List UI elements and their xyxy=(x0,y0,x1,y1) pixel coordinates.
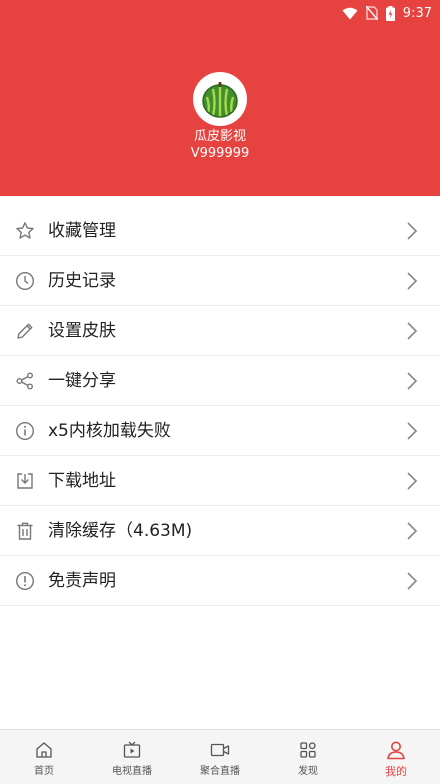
chevron-right-icon xyxy=(407,472,418,490)
status-bar: 9:37 xyxy=(0,0,440,26)
menu-item-label: 设置皮肤 xyxy=(48,321,116,341)
chevron-right-icon xyxy=(407,322,418,340)
tab-mine[interactable]: 我的 xyxy=(352,730,440,784)
bottom-tab-bar: 首页 电视直播 聚合直播 发现 我的 xyxy=(0,729,440,784)
tab-aggregate-live[interactable]: 聚合直播 xyxy=(176,730,264,784)
menu-item-history[interactable]: 历史记录 xyxy=(0,256,440,306)
menu-item-download[interactable]: 下载地址 xyxy=(0,456,440,506)
alert-icon xyxy=(14,570,36,592)
menu-item-favorites[interactable]: 收藏管理 xyxy=(0,206,440,256)
menu-item-label: 收藏管理 xyxy=(48,221,116,241)
settings-menu: 收藏管理 历史记录 设置皮肤 一键分享 x5内核加载失败 下载地址 清除缓存（4… xyxy=(0,206,440,606)
status-time: 9:37 xyxy=(402,5,432,21)
video-icon xyxy=(210,740,230,760)
app-logo-avatar[interactable] xyxy=(193,72,247,126)
no-sim-icon xyxy=(365,6,378,20)
menu-item-label: 一键分享 xyxy=(48,371,116,391)
menu-item-label: 清除缓存（4.63M) xyxy=(48,521,193,541)
battery-icon xyxy=(385,5,395,21)
star-icon xyxy=(14,220,36,242)
watermelon-icon xyxy=(202,82,238,118)
menu-item-x5-kernel[interactable]: x5内核加载失败 xyxy=(0,406,440,456)
home-icon xyxy=(34,740,54,760)
menu-item-skin[interactable]: 设置皮肤 xyxy=(0,306,440,356)
chevron-right-icon xyxy=(407,372,418,390)
app-version: V999999 xyxy=(190,146,250,161)
pencil-icon xyxy=(14,320,36,342)
clock-icon xyxy=(14,270,36,292)
chevron-right-icon xyxy=(407,222,418,240)
tab-home[interactable]: 首页 xyxy=(0,730,88,784)
download-icon xyxy=(14,470,36,492)
chevron-right-icon xyxy=(407,422,418,440)
grid-icon xyxy=(298,740,318,760)
menu-item-label: 历史记录 xyxy=(48,271,116,291)
user-icon xyxy=(386,740,406,760)
tab-label: 聚合直播 xyxy=(200,766,240,777)
menu-item-label: 免责声明 xyxy=(48,571,116,591)
trash-icon xyxy=(14,520,36,542)
tab-discover[interactable]: 发现 xyxy=(264,730,352,784)
menu-item-disclaimer[interactable]: 免责声明 xyxy=(0,556,440,606)
chevron-right-icon xyxy=(407,522,418,540)
wifi-icon xyxy=(342,7,358,19)
tab-label: 首页 xyxy=(34,766,54,777)
info-icon xyxy=(14,420,36,442)
tv-icon xyxy=(122,740,142,760)
menu-item-label: x5内核加载失败 xyxy=(48,421,171,441)
profile-header: 9:37 瓜皮影视 V999999 xyxy=(0,0,440,196)
chevron-right-icon xyxy=(407,572,418,590)
chevron-right-icon xyxy=(407,272,418,290)
menu-item-label: 下载地址 xyxy=(48,471,116,491)
tab-label: 电视直播 xyxy=(112,766,152,777)
tab-label: 我的 xyxy=(385,765,407,778)
tab-label: 发现 xyxy=(298,766,318,777)
menu-item-clear-cache[interactable]: 清除缓存（4.63M) xyxy=(0,506,440,556)
menu-item-share[interactable]: 一键分享 xyxy=(0,356,440,406)
share-icon xyxy=(14,370,36,392)
app-name: 瓜皮影视 xyxy=(193,129,246,144)
tab-tv-live[interactable]: 电视直播 xyxy=(88,730,176,784)
